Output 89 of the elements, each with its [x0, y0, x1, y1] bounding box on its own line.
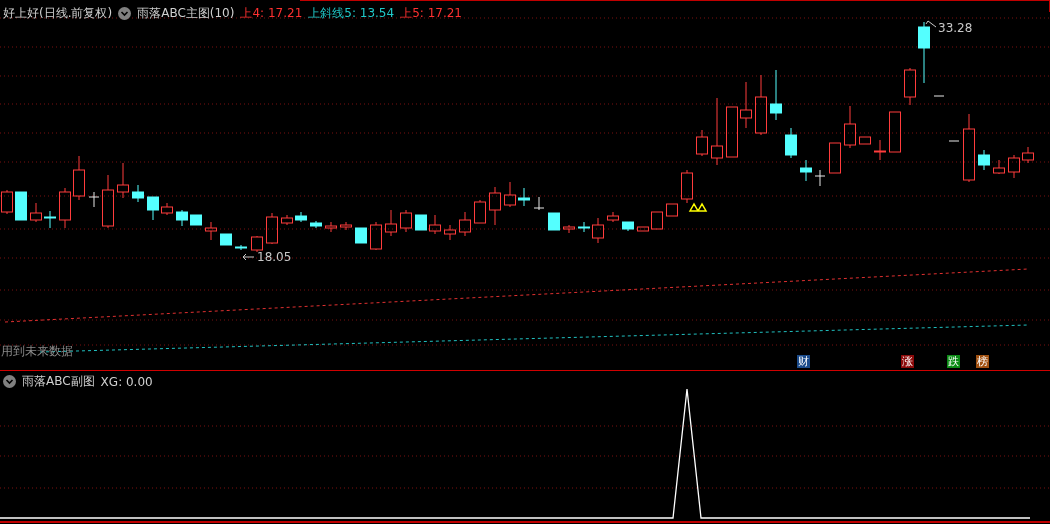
candlestick: [444, 224, 456, 241]
indicator-name: 雨落ABC主图(10): [137, 5, 235, 22]
candlestick: [205, 221, 217, 241]
candlestick: [770, 69, 782, 121]
candlestick: [800, 159, 812, 182]
candlestick: [578, 221, 590, 233]
candlestick: [235, 244, 247, 251]
candlestick: [190, 214, 202, 226]
candlestick: [73, 155, 85, 201]
candlestick: [829, 142, 841, 174]
candlestick: [1, 189, 13, 215]
event-tag[interactable]: 财: [797, 355, 810, 368]
high-price-label: 33.28: [938, 21, 973, 35]
indicator-value: 上5: 17.21: [400, 5, 462, 22]
candlestick: [459, 211, 471, 237]
candlestick: [1022, 146, 1034, 164]
candlestick: [325, 221, 337, 233]
candlestick: [963, 113, 975, 183]
candlestick: [385, 209, 397, 237]
candlestick: [504, 181, 516, 208]
event-tag[interactable]: 跌: [947, 355, 960, 368]
low-pointer-icon: [242, 253, 255, 261]
candlestick: [563, 224, 575, 234]
candlestick: [711, 97, 723, 166]
candlestick: [889, 111, 901, 153]
candlestick: [993, 159, 1005, 175]
candlestick: [740, 81, 752, 129]
event-tag[interactable]: 涨: [901, 355, 914, 368]
candlestick: [147, 196, 159, 221]
indicator-name: 雨落ABC副图: [22, 373, 95, 390]
chevron-down-icon[interactable]: [118, 7, 132, 20]
candlestick: [30, 202, 42, 223]
indicator-value: XG: 0.00: [100, 374, 153, 389]
candlestick: [474, 199, 486, 224]
candlestick: [918, 21, 930, 84]
candlestick: [355, 227, 367, 244]
candlestick: [295, 211, 307, 223]
candlestick: [814, 169, 826, 187]
candlestick: [15, 191, 27, 221]
candlestick: [59, 187, 71, 229]
candlestick: [844, 105, 856, 149]
candlestick: [622, 221, 634, 232]
candlestick: [88, 191, 100, 208]
candlestick: [592, 217, 604, 244]
indicator-value: 上斜线5: 13.54: [308, 5, 395, 22]
candlestick: [370, 221, 382, 251]
candlestick: [220, 233, 232, 246]
candlestick: [176, 209, 188, 227]
candlestick: [1008, 154, 1020, 179]
candlestick: [755, 74, 767, 136]
candlestick: [340, 221, 352, 231]
event-tag[interactable]: 榜: [976, 355, 989, 368]
candlestick: [266, 212, 278, 245]
candlestick: [904, 67, 916, 106]
chevron-down-icon[interactable]: [3, 375, 16, 388]
candlestick: [859, 136, 871, 145]
candlestick: [978, 149, 990, 171]
candlestick: [400, 209, 412, 233]
candlestick: [533, 196, 545, 211]
candlestick: [696, 129, 708, 157]
candlestick: [726, 106, 738, 158]
candlestick: [310, 220, 322, 229]
candlestick: [948, 140, 960, 142]
candlestick: [681, 169, 693, 204]
indicator-value: 上4: 17.21: [240, 5, 303, 22]
candlestick: [281, 214, 293, 226]
candlestick: [933, 95, 945, 97]
candlestick: [548, 212, 560, 231]
warning-text: 用到未来数据: [1, 343, 73, 360]
candlestick: [132, 184, 144, 203]
candlestick: [161, 202, 173, 216]
candlestick: [415, 214, 427, 231]
signal-triangles-icon: [688, 202, 708, 212]
candlestick: [117, 162, 129, 199]
candlestick: [518, 187, 530, 207]
low-price-label: 18.05: [257, 250, 292, 264]
candlestick: [607, 211, 619, 223]
candlestick: [102, 174, 114, 229]
candlestick: [251, 235, 263, 253]
stock-title: 好上好(日线.前复权): [3, 5, 113, 22]
candlestick: [666, 203, 678, 217]
candlestick: [874, 139, 886, 161]
candlestick: [785, 127, 797, 159]
candlestick: [489, 186, 501, 226]
candlestick: [44, 210, 56, 229]
candlestick: [429, 214, 441, 235]
candlestick: [637, 226, 649, 232]
high-pointer-icon: [925, 20, 937, 28]
candlestick: [651, 211, 663, 230]
